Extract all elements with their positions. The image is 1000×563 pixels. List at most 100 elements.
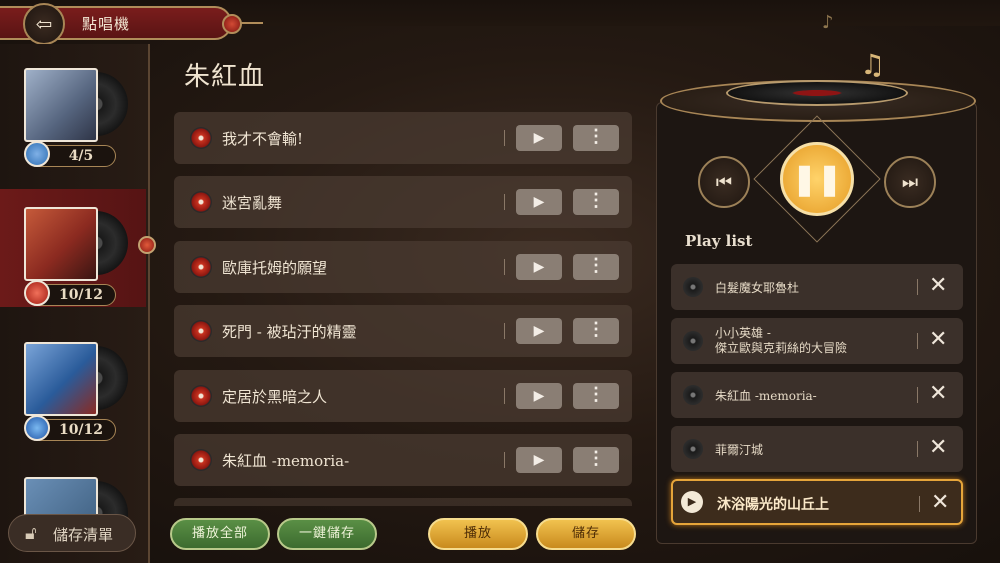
playlist-item[interactable]: 菲爾汀城 ✕ bbox=[671, 426, 963, 472]
music-note-icon: ♪ bbox=[822, 12, 834, 33]
save-list-button[interactable]: 🔓︎ 儲存清單 bbox=[8, 514, 136, 552]
remove-button[interactable]: ✕ bbox=[929, 327, 947, 352]
save-button[interactable]: 儲存 bbox=[536, 518, 636, 550]
skip-back-icon: ⏮ bbox=[715, 171, 733, 193]
record-icon bbox=[190, 256, 212, 278]
more-options-button[interactable]: ⋮ bbox=[573, 125, 619, 151]
more-options-button[interactable]: ⋮ bbox=[573, 318, 619, 344]
record-icon bbox=[190, 449, 212, 471]
divider bbox=[504, 259, 505, 275]
more-vertical-icon: ⋮ bbox=[587, 126, 605, 147]
play-icon: ▶ bbox=[533, 130, 545, 146]
playlist-item[interactable]: 朱紅血 -memoria- ✕ bbox=[671, 372, 963, 418]
play-button[interactable]: ▶ bbox=[516, 318, 562, 344]
song-title: 我才不會輸! bbox=[222, 130, 304, 148]
playlist-heading: Play list bbox=[685, 232, 753, 250]
song-title: 迷宮亂舞 bbox=[222, 194, 283, 212]
divider bbox=[504, 452, 505, 468]
divider bbox=[504, 130, 505, 146]
song-title: 定居於黑暗之人 bbox=[222, 388, 328, 406]
water-icon bbox=[24, 415, 50, 441]
playlist-item-title: 菲爾汀城 bbox=[715, 443, 764, 457]
divider bbox=[917, 333, 918, 349]
playlist-item-title: 朱紅血 -memoria- bbox=[715, 389, 817, 403]
divider bbox=[504, 388, 505, 404]
vinyl-record-icon bbox=[726, 80, 908, 106]
close-icon: ✕ bbox=[929, 327, 948, 352]
play-button[interactable]: ▶ bbox=[516, 254, 562, 280]
divider bbox=[919, 496, 920, 512]
more-vertical-icon: ⋮ bbox=[587, 384, 605, 405]
play-icon: ▶ bbox=[533, 194, 545, 210]
record-icon bbox=[683, 439, 703, 459]
song-title: 歐庫托姆的願望 bbox=[222, 259, 328, 277]
album-cover bbox=[24, 207, 98, 281]
more-vertical-icon: ⋮ bbox=[587, 255, 605, 276]
divider bbox=[504, 194, 505, 210]
play-button[interactable]: ▶ bbox=[516, 125, 562, 151]
previous-track-button[interactable]: ⏮ bbox=[698, 156, 750, 208]
song-row[interactable]: 歐庫托姆的願望 ▶ ⋮ bbox=[174, 241, 632, 293]
more-options-button[interactable]: ⋮ bbox=[573, 447, 619, 473]
close-icon: ✕ bbox=[929, 435, 948, 460]
album-cover bbox=[24, 342, 98, 416]
playlist-item-current[interactable]: ▶ 沐浴陽光的山丘上 ✕ bbox=[671, 479, 963, 525]
pause-button[interactable]: ❚❚ bbox=[780, 142, 854, 216]
playlist-item-title: 沐浴陽光的山丘上 bbox=[717, 497, 829, 513]
save-all-button[interactable]: 一鍵儲存 bbox=[277, 518, 377, 550]
record-icon bbox=[683, 331, 703, 351]
play-icon: ▶ bbox=[533, 452, 545, 468]
album-item-4[interactable] bbox=[0, 459, 146, 519]
now-playing-icon: ▶ bbox=[681, 491, 703, 513]
remove-button[interactable]: ✕ bbox=[929, 273, 947, 298]
play-button[interactable]: ▶ bbox=[516, 383, 562, 409]
song-title: 死門 - 被玷汙的精靈 bbox=[222, 323, 357, 341]
page-title: 點唱機 bbox=[82, 15, 131, 33]
album-title: 朱紅血 bbox=[184, 62, 266, 92]
divider bbox=[504, 323, 505, 339]
playlist-item[interactable]: 白髮魔女耶魯杜 ✕ bbox=[671, 264, 963, 310]
album-item-1[interactable]: 4/5 bbox=[0, 50, 146, 168]
next-track-button[interactable]: ⏭ bbox=[884, 156, 936, 208]
more-options-button[interactable]: ⋮ bbox=[573, 254, 619, 280]
more-vertical-icon: ⋮ bbox=[587, 190, 605, 211]
song-row[interactable]: 我才不會輸! ▶ ⋮ bbox=[174, 112, 632, 164]
playlist-item[interactable]: 小小英雄 - 傑立歐與克莉絲的大冒險 ✕ bbox=[671, 318, 963, 364]
song-row[interactable]: 迷宮亂舞 ▶ ⋮ bbox=[174, 176, 632, 228]
song-row[interactable]: 朱紅血 -memoria- ▶ ⋮ bbox=[174, 434, 632, 486]
play-button-main[interactable]: 播放 bbox=[428, 518, 528, 550]
album-item-2[interactable]: 10/12 bbox=[0, 189, 146, 307]
close-icon: ✕ bbox=[931, 490, 950, 515]
back-button[interactable]: ⇦ bbox=[23, 3, 65, 45]
song-title: 朱紅血 -memoria- bbox=[222, 452, 350, 470]
back-arrow-icon: ⇦ bbox=[35, 12, 53, 36]
play-all-button[interactable]: 播放全部 bbox=[170, 518, 270, 550]
song-row[interactable]: 死門 - 被玷汙的精靈 ▶ ⋮ bbox=[174, 305, 632, 357]
skip-forward-icon: ⏭ bbox=[901, 171, 919, 193]
header-ornament bbox=[241, 22, 263, 24]
header-gem-icon bbox=[222, 14, 242, 34]
remove-button[interactable]: ✕ bbox=[931, 490, 949, 515]
album-cover bbox=[24, 477, 98, 519]
record-icon bbox=[190, 191, 212, 213]
lock-icon: 🔓︎ bbox=[25, 523, 37, 544]
album-cover bbox=[24, 68, 98, 142]
more-options-button[interactable]: ⋮ bbox=[573, 189, 619, 215]
pause-icon: ❚❚ bbox=[791, 161, 843, 197]
play-button[interactable]: ▶ bbox=[516, 447, 562, 473]
record-icon bbox=[190, 385, 212, 407]
album-item-3[interactable]: 10/12 bbox=[0, 324, 146, 442]
remove-button[interactable]: ✕ bbox=[929, 435, 947, 460]
more-options-button[interactable]: ⋮ bbox=[573, 383, 619, 409]
remove-button[interactable]: ✕ bbox=[929, 381, 947, 406]
close-icon: ✕ bbox=[929, 273, 948, 298]
divider bbox=[917, 387, 918, 403]
record-icon bbox=[190, 320, 212, 342]
song-row[interactable]: 定居於黑暗之人 ▶ ⋮ bbox=[174, 370, 632, 422]
more-vertical-icon: ⋮ bbox=[587, 319, 605, 340]
record-icon bbox=[190, 127, 212, 149]
playlist-item-title: 小小英雄 - 傑立歐與克莉絲的大冒險 bbox=[715, 326, 847, 356]
play-icon: ▶ bbox=[533, 323, 545, 339]
selected-album-marker-icon bbox=[138, 236, 156, 254]
play-button[interactable]: ▶ bbox=[516, 189, 562, 215]
